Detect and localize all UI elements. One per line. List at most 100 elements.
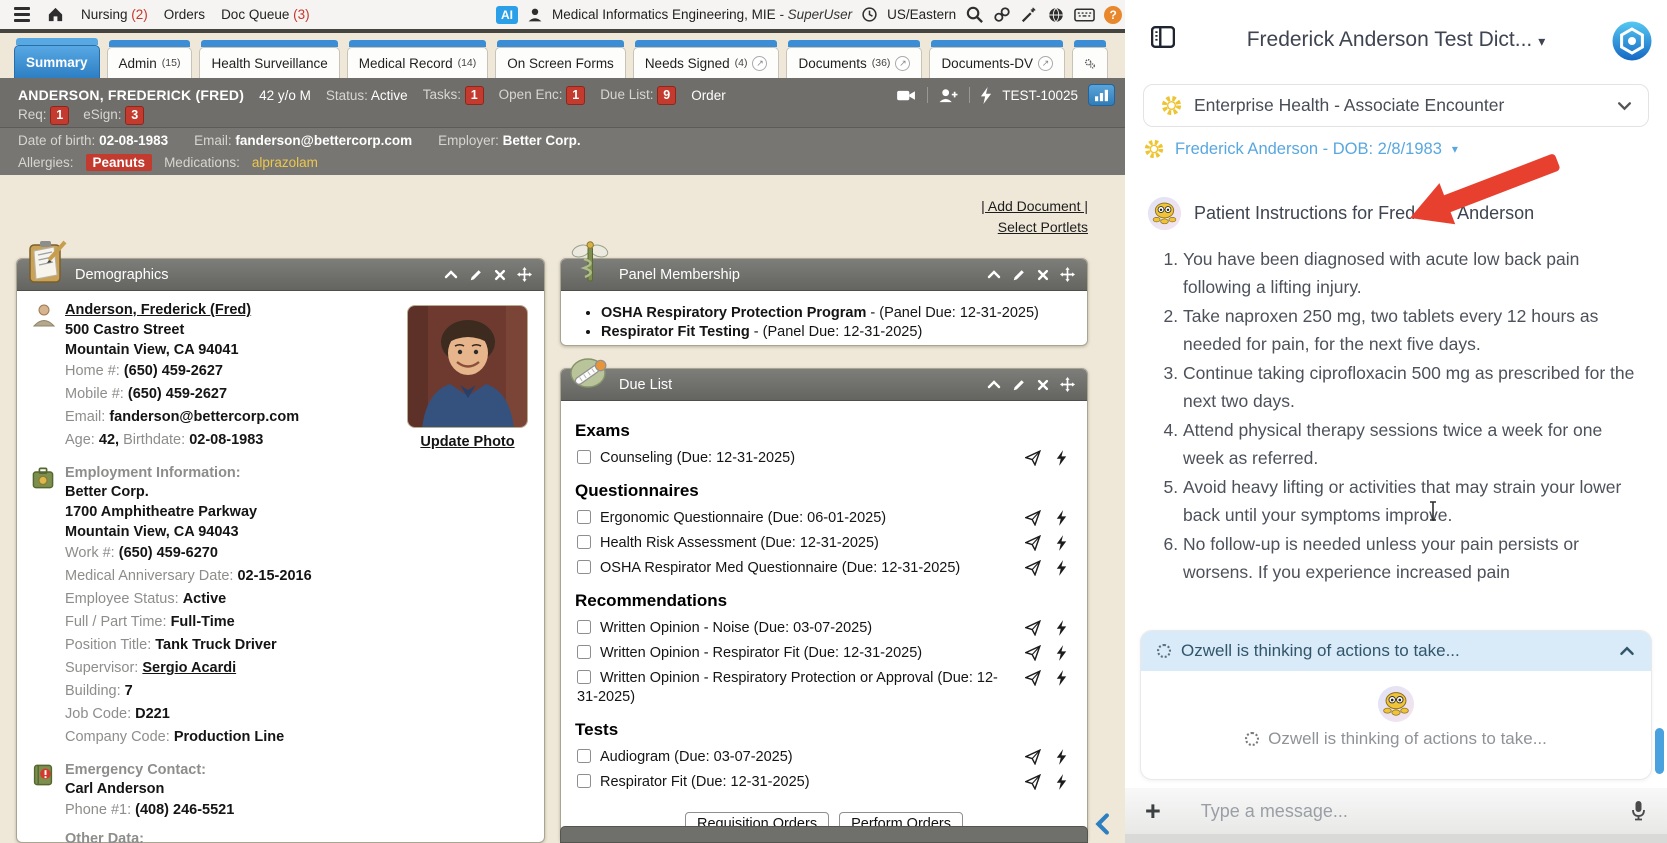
medication-link[interactable]: alprazolam (252, 155, 318, 170)
chevron-up-icon[interactable] (1619, 646, 1635, 656)
quick-action-bolt-icon[interactable] (1056, 560, 1067, 576)
due-list-header[interactable]: Due List (561, 358, 1087, 401)
send-icon[interactable] (1025, 535, 1041, 551)
patient-context-link[interactable]: Frederick Anderson - DOB: 2/8/1983 ▾ (1143, 138, 1649, 160)
esign-count-badge[interactable]: 3 (125, 106, 145, 125)
checkbox[interactable] (577, 670, 591, 684)
send-icon[interactable] (1025, 670, 1041, 686)
patient-name-link[interactable]: Anderson, Frederick (Fred) (65, 302, 251, 318)
thinking-card-header[interactable]: Ozwell is thinking of actions to take... (1141, 631, 1651, 671)
tab-admin[interactable]: Admin (15) (106, 40, 193, 78)
checkbox[interactable] (577, 510, 591, 524)
send-icon[interactable] (1025, 450, 1041, 466)
edit-icon[interactable] (1012, 268, 1026, 282)
tab-needs-signed[interactable]: Needs Signed (4) ↗ (632, 40, 780, 78)
move-icon[interactable] (1060, 267, 1075, 282)
link-icon[interactable] (993, 6, 1011, 24)
quick-action-bolt-icon[interactable] (1056, 645, 1067, 661)
message-input[interactable] (1200, 800, 1622, 822)
help-icon[interactable]: ? (1104, 5, 1123, 24)
edit-icon[interactable] (469, 268, 483, 282)
nav-nursing[interactable]: Nursing (2) (81, 7, 148, 22)
tab-medical-record[interactable]: Medical Record (14) (346, 40, 489, 78)
collapse-icon[interactable] (444, 270, 458, 279)
due-list-item: Respirator Fit (Due: 12-31-2025) (575, 770, 1073, 795)
add-attachment-button[interactable]: + (1145, 797, 1161, 825)
quick-action-bolt-icon[interactable] (1056, 450, 1067, 466)
microphone-icon[interactable] (1630, 800, 1647, 822)
checkbox[interactable] (577, 620, 591, 634)
open-enc-count-badge[interactable]: 1 (566, 85, 586, 105)
search-icon[interactable] (965, 5, 984, 24)
wand-icon[interactable] (1020, 6, 1038, 24)
collapse-icon[interactable] (987, 380, 1001, 389)
close-icon[interactable] (1037, 269, 1049, 281)
send-icon[interactable] (1025, 645, 1041, 661)
allergy-badge[interactable]: Peanuts (85, 154, 153, 171)
move-icon[interactable] (517, 267, 532, 282)
nav-orders[interactable]: Orders (164, 7, 205, 22)
quick-action-bolt-icon[interactable] (1056, 535, 1067, 551)
quick-action-bolt-icon[interactable] (1056, 510, 1067, 526)
checkbox[interactable] (577, 774, 591, 788)
quick-action-bolt-icon[interactable] (1056, 774, 1067, 790)
external-link-icon[interactable]: ↗ (1037, 55, 1053, 71)
req-count-badge[interactable]: 1 (50, 106, 70, 125)
demographics-header[interactable]: Demographics (17, 240, 544, 291)
external-link-icon[interactable]: ↗ (752, 55, 768, 71)
move-icon[interactable] (1060, 377, 1075, 392)
other-data-title: Other Data: (65, 831, 144, 843)
add-document-link[interactable]: | Add Document | (981, 198, 1088, 214)
send-icon[interactable] (1025, 749, 1041, 765)
ai-badge[interactable]: AI (496, 5, 518, 24)
tab-documents-dv[interactable]: Documents-DV ↗ (929, 40, 1065, 78)
quick-action-bolt-icon[interactable] (1056, 749, 1067, 765)
select-portlets-link[interactable]: Select Portlets (998, 219, 1088, 235)
ozwell-logo[interactable] (1611, 20, 1653, 62)
due-list-item: Written Opinion - Respiratory Protection… (575, 666, 1073, 710)
close-icon[interactable] (494, 269, 506, 281)
order-link[interactable]: Order (691, 88, 726, 103)
chart-button[interactable] (1088, 84, 1115, 106)
send-icon[interactable] (1025, 560, 1041, 576)
tab-settings-gear[interactable] (1071, 40, 1108, 78)
timezone-label[interactable]: US/Eastern (887, 7, 956, 22)
collapse-icon[interactable] (987, 270, 1001, 279)
ai-assistant-panel: Frederick Anderson Test Dict... ▾ Enterpr… (1125, 0, 1667, 843)
home-icon[interactable] (46, 5, 65, 24)
quick-action-bolt-icon[interactable] (1056, 670, 1067, 686)
tab-summary[interactable]: Summary (14, 38, 100, 78)
tab-health-surveillance[interactable]: Health Surveillance (199, 40, 340, 78)
menu-icon[interactable] (14, 7, 30, 22)
bolt-icon[interactable] (980, 87, 992, 104)
video-camera-icon[interactable] (896, 88, 917, 103)
collapse-panel-arrow-icon[interactable] (1094, 813, 1110, 835)
globe-icon[interactable] (1047, 6, 1065, 24)
due-list-item-label: OSHA Respirator Med Questionnaire (Due: … (600, 560, 961, 576)
checkbox[interactable] (577, 645, 591, 659)
quick-action-bolt-icon[interactable] (1056, 620, 1067, 636)
nav-doc-queue[interactable]: Doc Queue (3) (221, 7, 310, 22)
checkbox[interactable] (577, 560, 591, 574)
checkbox[interactable] (577, 749, 591, 763)
due-list-count-badge[interactable]: 9 (657, 85, 677, 105)
scrollbar-thumb[interactable] (1655, 728, 1664, 774)
checkbox[interactable] (577, 535, 591, 549)
send-icon[interactable] (1025, 510, 1041, 526)
encounter-selector[interactable]: Enterprise Health - Associate Encounter (1143, 84, 1649, 127)
supervisor-link[interactable]: Sergio Acardi (142, 660, 236, 676)
send-icon[interactable] (1025, 774, 1041, 790)
tab-documents[interactable]: Documents (36) ↗ (786, 40, 923, 78)
add-user-icon[interactable] (938, 87, 959, 104)
send-icon[interactable] (1025, 620, 1041, 636)
panel-membership-header[interactable]: Panel Membership (561, 241, 1087, 291)
close-icon[interactable] (1037, 379, 1049, 391)
tab-on-screen-forms[interactable]: On Screen Forms (495, 40, 626, 78)
keyboard-icon[interactable] (1074, 7, 1095, 23)
conversation-title-dropdown[interactable]: Frederick Anderson Test Dict... ▾ (1125, 28, 1667, 52)
tasks-count-badge[interactable]: 1 (464, 85, 484, 105)
checkbox[interactable] (577, 450, 591, 464)
edit-icon[interactable] (1012, 378, 1026, 392)
portlet-tools (987, 267, 1087, 282)
external-link-icon[interactable]: ↗ (895, 55, 911, 71)
